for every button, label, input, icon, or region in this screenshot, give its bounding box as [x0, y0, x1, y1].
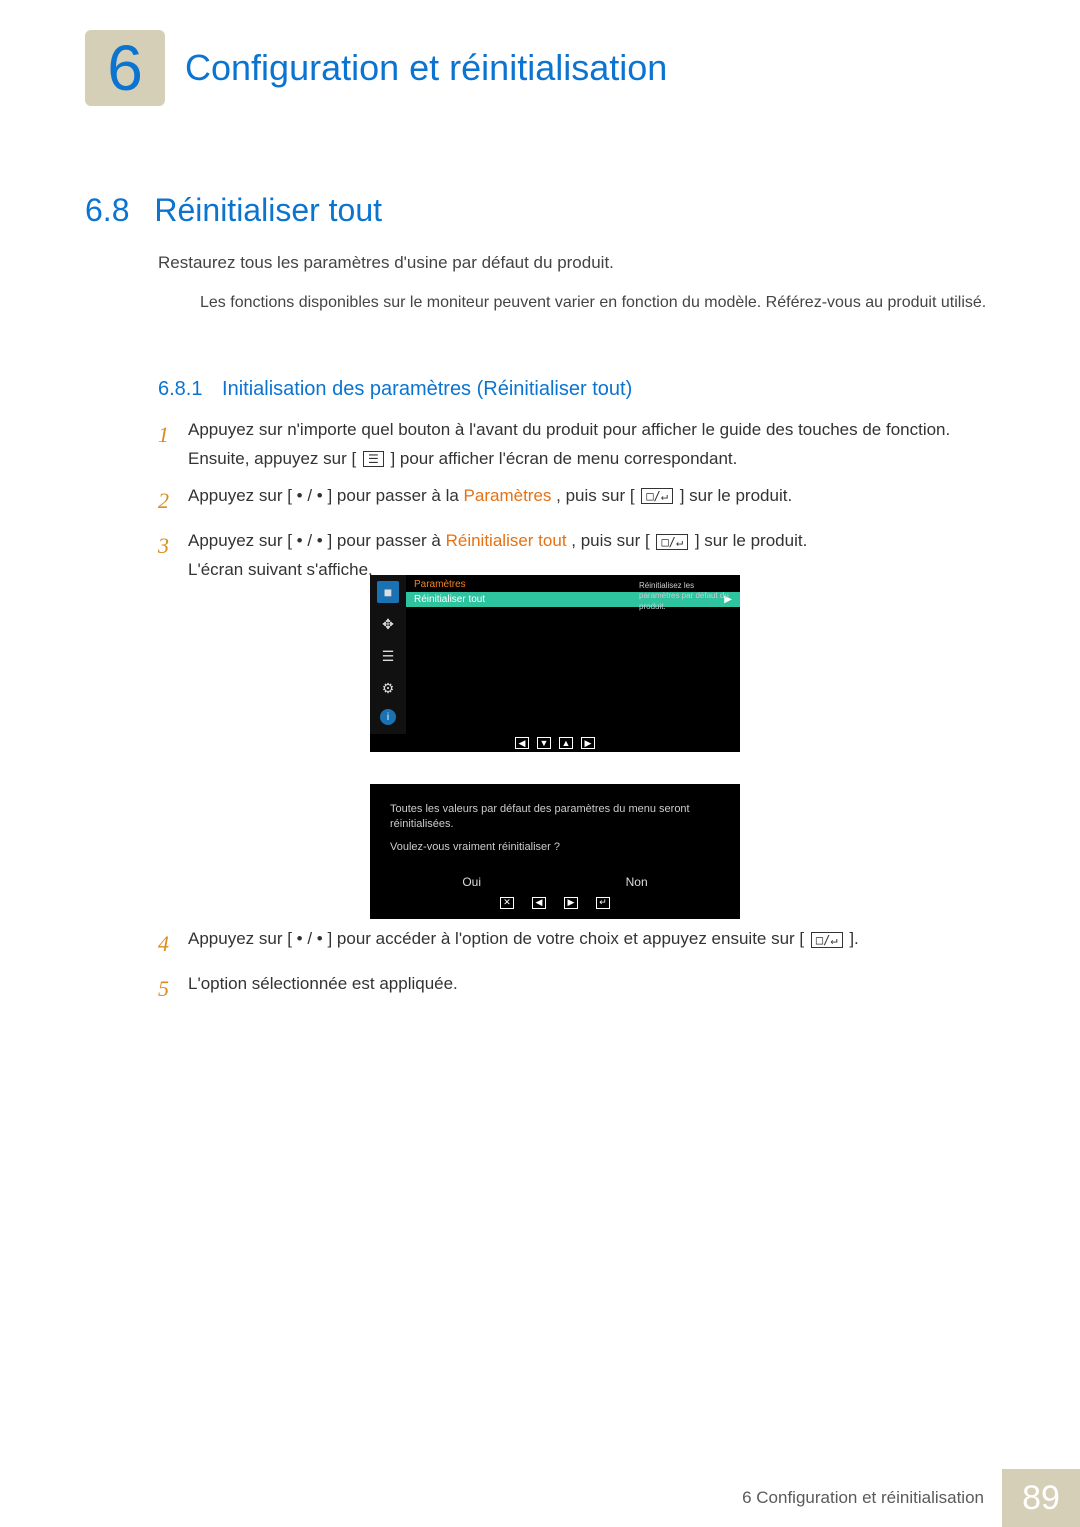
note-text: Les fonctions disponibles sur le moniteu… — [200, 290, 990, 316]
step-3-highlight: Réinitialiser tout — [446, 531, 567, 550]
step-number: 2 — [158, 482, 188, 519]
page-footer: 6 Configuration et réinitialisation 89 — [0, 1469, 1080, 1527]
step-4-text-a: Appuyez sur [ • / • ] pour accéder à l'o… — [188, 929, 804, 948]
step-4-text-b: ]. — [849, 929, 858, 948]
steps-list-bottom: 4 Appuyez sur [ • / • ] pour accéder à l… — [158, 925, 990, 1016]
osd-nav-bar: ◀ ▼ ▲ ▶ — [370, 734, 740, 752]
step-number: 3 — [158, 527, 188, 585]
monitor-icon: ■ — [377, 581, 399, 603]
osd-screenshots: ■ ✥ ☰ ⚙ i Paramètres Réinitialiser tout … — [370, 575, 740, 919]
enter-icon: □/↵ — [641, 488, 673, 504]
no-button: Non — [626, 875, 648, 889]
step-1-text-b: ] pour afficher l'écran de menu correspo… — [390, 449, 737, 468]
step-2-text-c: ] sur le produit. — [680, 486, 792, 505]
list-icon: ☰ — [377, 645, 399, 667]
subsection-number: 6.8.1 — [158, 378, 202, 400]
yes-button: Oui — [462, 875, 481, 889]
step-3-text-d: L'écran suivant s'affiche. — [188, 560, 373, 579]
move-icon: ✥ — [377, 613, 399, 635]
osd-row-label: Réinitialiser tout — [414, 594, 485, 605]
chapter-number-badge: 6 — [85, 30, 165, 106]
nav-enter-icon: ↵ — [596, 897, 610, 909]
section-title: Réinitialiser tout — [154, 192, 382, 228]
chapter-header: 6 Configuration et réinitialisation — [85, 30, 667, 106]
step-2-highlight: Paramètres — [464, 486, 552, 505]
enter-icon: □/↵ — [811, 932, 843, 948]
step-3-text-c: ] sur le produit. — [695, 531, 807, 550]
steps-list-top: 1 Appuyez sur n'importe quel bouton à l'… — [158, 416, 990, 593]
step-2-text-a: Appuyez sur [ • / • ] pour passer à la — [188, 486, 464, 505]
step-2-text-b: , puis sur [ — [556, 486, 634, 505]
nav-right-icon: ▶ — [581, 737, 595, 749]
step-4: 4 Appuyez sur [ • / • ] pour accéder à l… — [158, 925, 990, 962]
step-number: 1 — [158, 416, 188, 474]
info-icon: i — [380, 709, 396, 725]
confirm-message-1: Toutes les valeurs par défaut des paramè… — [390, 802, 720, 833]
nav-up-icon: ▲ — [559, 737, 573, 749]
menu-icon: ☰ — [363, 451, 384, 467]
nav-left-icon: ◀ — [532, 897, 546, 909]
nav-close-icon: ✕ — [500, 897, 514, 909]
intro-text: Restaurez tous les paramètres d'usine pa… — [158, 250, 990, 276]
osd-sidebar-icons: ■ ✥ ☰ ⚙ i — [370, 575, 406, 750]
subsection-title: Initialisation des paramètres (Réinitial… — [222, 378, 632, 400]
step-3-text-a: Appuyez sur [ • / • ] pour passer à — [188, 531, 446, 550]
confirm-nav-bar: ✕ ◀ ▶ ↵ — [390, 897, 720, 909]
step-number: 5 — [158, 970, 188, 1007]
step-number: 4 — [158, 925, 188, 962]
osd-confirm-dialog: Toutes les valeurs par défaut des paramè… — [370, 784, 740, 919]
osd-help-text: Réinitialisez les paramètres par défaut … — [639, 581, 734, 612]
step-1: 1 Appuyez sur n'importe quel bouton à l'… — [158, 416, 990, 474]
step-3-text-b: , puis sur [ — [571, 531, 649, 550]
enter-icon: □/↵ — [656, 534, 688, 550]
confirm-buttons: Oui Non — [390, 875, 720, 889]
nav-right-icon: ▶ — [564, 897, 578, 909]
footer-chapter-label: 6 Configuration et réinitialisation — [742, 1469, 1002, 1527]
chapter-title: Configuration et réinitialisation — [185, 47, 667, 89]
step-5: 5 L'option sélectionnée est appliquée. — [158, 970, 990, 1007]
subsection-heading: 6.8.1 Initialisation des paramètres (Réi… — [158, 378, 632, 401]
step-2: 2 Appuyez sur [ • / • ] pour passer à la… — [158, 482, 990, 519]
osd-menu-screenshot: ■ ✥ ☰ ⚙ i Paramètres Réinitialiser tout … — [370, 575, 740, 750]
nav-left-icon: ◀ — [515, 737, 529, 749]
nav-down-icon: ▼ — [537, 737, 551, 749]
footer-page-number: 89 — [1002, 1469, 1080, 1527]
confirm-message-2: Voulez-vous vraiment réinitialiser ? — [390, 841, 720, 853]
section-heading: 6.8 Réinitialiser tout — [85, 192, 382, 229]
section-number: 6.8 — [85, 192, 129, 228]
step-5-text: L'option sélectionnée est appliquée. — [188, 970, 990, 1007]
gear-icon: ⚙ — [377, 677, 399, 699]
